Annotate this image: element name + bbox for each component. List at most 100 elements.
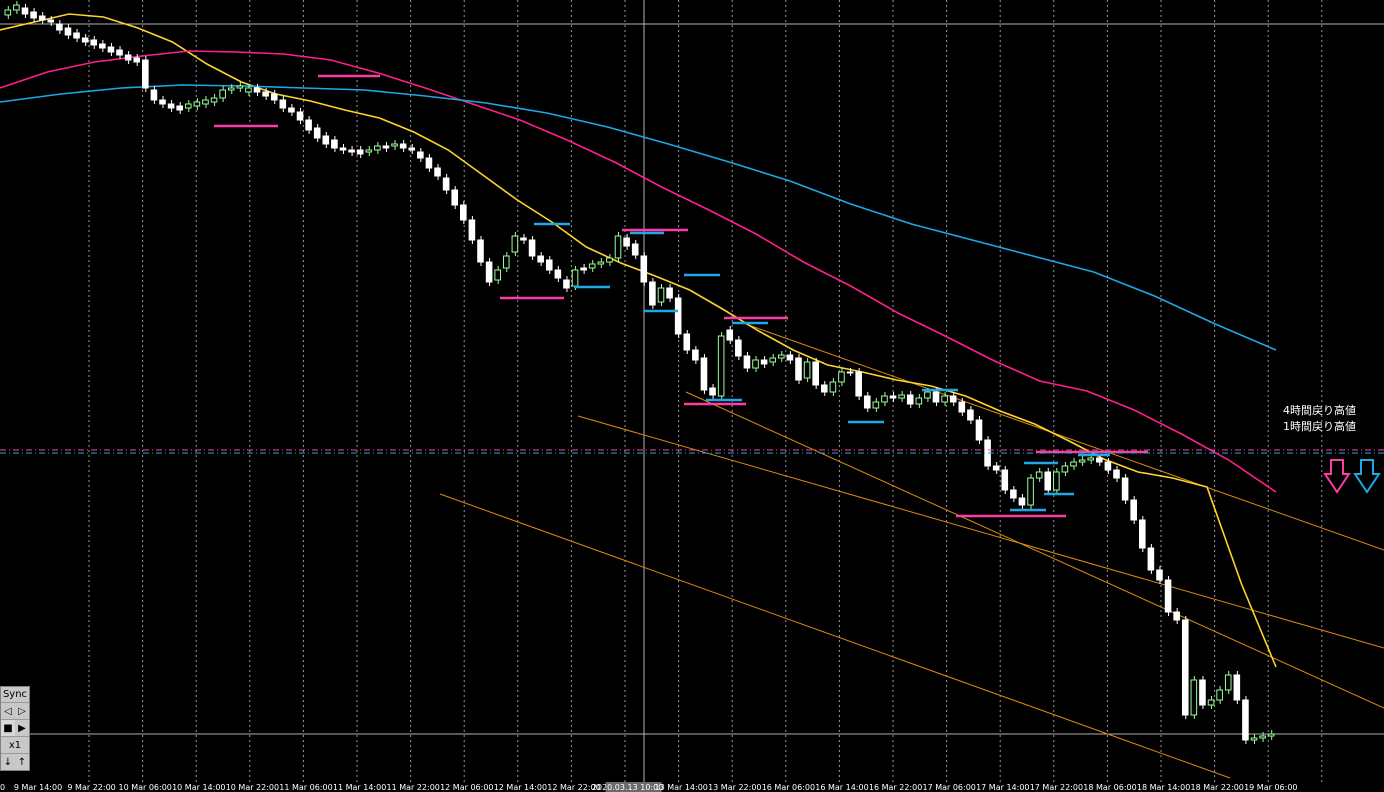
candle-body [769, 357, 777, 363]
candle-body [1181, 619, 1189, 716]
candle-body [99, 43, 106, 49]
candle-body [786, 354, 794, 361]
candle-body [735, 339, 742, 357]
candle-body [726, 329, 734, 341]
candle-body [442, 177, 450, 191]
sync-button[interactable]: Sync [1, 687, 29, 703]
candle-body [38, 15, 46, 21]
candle-body [692, 349, 699, 361]
candle-body [313, 127, 321, 139]
candle-body [210, 97, 218, 103]
candle-body [408, 147, 416, 151]
candle-body [1216, 689, 1223, 701]
candle-body [4, 9, 12, 16]
candle-body [253, 87, 261, 93]
candle-body [56, 23, 63, 31]
candle-body [399, 143, 407, 149]
candle-body [915, 397, 923, 405]
candle-body [803, 361, 811, 379]
candle-body [1078, 459, 1086, 463]
x-tick-label: 11 Mar 06:00 [279, 783, 332, 792]
up-icon[interactable]: ↑ [15, 754, 29, 770]
candle-body [1053, 471, 1060, 491]
candle-body [391, 143, 398, 147]
x-tick-label: 9 Mar 22:00 [67, 783, 115, 792]
candle-body [167, 103, 175, 109]
x-tick-label: 17 Mar 22:00 [1030, 783, 1083, 792]
candle-body [597, 261, 605, 265]
candle-body [1018, 497, 1026, 506]
candle-body [1035, 471, 1043, 479]
candle-body [502, 255, 510, 269]
x-tick-label: 10 Mar 22:00 [226, 783, 279, 792]
candle-body [520, 237, 527, 241]
candle-body [863, 395, 871, 409]
x-tick-label: 19 Mar 06:00 [1244, 783, 1297, 792]
x-tick-label: 18 Mar 22:00 [1190, 783, 1243, 792]
candle-body [528, 239, 536, 257]
candle-body [64, 27, 72, 36]
candle-body [331, 139, 338, 149]
candle-body [623, 237, 630, 247]
candle-body [992, 465, 1000, 471]
candle-body [778, 354, 785, 359]
candle-body [975, 419, 983, 441]
candle-body [795, 357, 802, 381]
candle-body [1027, 477, 1034, 506]
x-tick-fragment: 0 [0, 783, 5, 792]
candle-body [245, 87, 252, 93]
scroll-left-icon[interactable]: ◁ [1, 703, 15, 719]
candle-body [812, 361, 819, 386]
candle-body [1199, 679, 1206, 706]
candle-body [1138, 519, 1146, 549]
candle-body [941, 395, 948, 403]
x-tick-label: 10 Mar 06:00 [118, 783, 171, 792]
zoom-label[interactable]: x1 [1, 737, 29, 753]
candle-body [21, 7, 29, 15]
candle-body [270, 93, 278, 101]
candle-body [846, 371, 854, 374]
candle-body [906, 394, 914, 405]
candle-body [1096, 457, 1103, 463]
candle-body [382, 145, 390, 149]
candle-body [219, 89, 226, 99]
annotation-1h: 1時間戻り高値 [1283, 419, 1356, 433]
candle-body [1164, 579, 1172, 613]
candle-body [305, 119, 312, 131]
x-tick-label: 18 Mar 14:00 [1137, 783, 1190, 792]
scroll-right-icon[interactable]: ▷ [15, 703, 29, 719]
play-icon[interactable]: ▶ [15, 720, 29, 736]
candle-body [1087, 457, 1095, 461]
candle-body [1207, 699, 1215, 706]
stop-icon[interactable]: ■ [1, 720, 15, 736]
x-tick-label: 2020.03.13 10:00 [592, 783, 663, 792]
candle-body [417, 151, 424, 159]
candle-body [640, 255, 648, 283]
candle-body [227, 87, 235, 91]
candle-body [1130, 499, 1137, 521]
candle-body [425, 157, 433, 169]
candle-body [657, 287, 665, 303]
candle-body [614, 235, 622, 259]
candle-body [855, 371, 862, 397]
candle-body [760, 359, 768, 365]
price-chart[interactable]: 4時間戻り高値 1時間戻り高値 0 9 Mar 14:00 9 Mar 22:00… [0, 0, 1384, 792]
candle-body [889, 395, 897, 399]
candle-body [451, 189, 459, 206]
candle-body [322, 135, 330, 145]
candle-body [1190, 679, 1198, 716]
candle-body [666, 287, 673, 299]
candle-body [348, 149, 355, 153]
candle-body [717, 335, 725, 397]
candle-body [1259, 735, 1266, 739]
candle-body [468, 219, 476, 241]
candle-body [709, 387, 716, 396]
x-tick-label: 16 Mar 06:00 [762, 783, 815, 792]
candle-body [279, 99, 287, 109]
down-icon[interactable]: ↓ [1, 754, 15, 770]
candle-body [124, 54, 132, 61]
candle-body [1001, 469, 1009, 491]
x-tick-label: 13 Mar 22:00 [708, 783, 761, 792]
candle-body [545, 259, 553, 271]
x-tick-label: 17 Mar 06:00 [922, 783, 975, 792]
